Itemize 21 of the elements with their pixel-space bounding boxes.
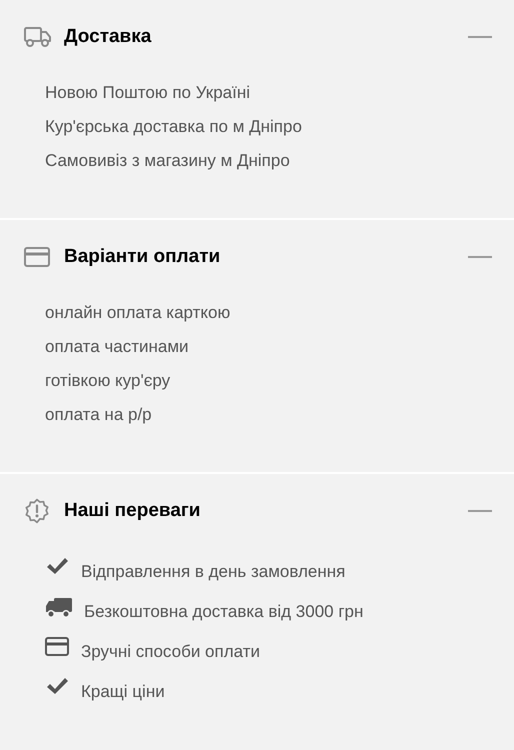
list-item: Відправлення в день замовлення: [81, 561, 346, 584]
list-item: оплата на р/р: [45, 404, 152, 426]
credit-card-icon: [24, 247, 50, 267]
check-icon: [45, 676, 69, 696]
truck-icon: [24, 26, 52, 48]
list-item: Кур'єрська доставка по м Дніпро: [45, 116, 302, 138]
section-title: Варіанти оплати: [64, 244, 220, 269]
list-item: готівкою кур'єру: [45, 370, 170, 392]
section-title: Доставка: [64, 24, 152, 49]
alert-badge-icon: [24, 498, 50, 524]
list-item: Кращі ціни: [81, 681, 165, 704]
section-title: Наші переваги: [64, 498, 200, 523]
list-item: оплата частинами: [45, 336, 189, 358]
list-item: Зручні способи оплати: [81, 641, 260, 664]
credit-card-icon: [45, 636, 69, 656]
truck-icon: [45, 597, 72, 619]
check-icon: [45, 556, 69, 576]
list-item: Новою Поштою по Україні: [45, 82, 250, 104]
list-item: Самовивіз з магазину м Дніпро: [45, 150, 290, 172]
list-item: онлайн оплата карткою: [45, 302, 230, 324]
list-item: Безкоштовна доставка від 3000 грн: [84, 601, 364, 624]
